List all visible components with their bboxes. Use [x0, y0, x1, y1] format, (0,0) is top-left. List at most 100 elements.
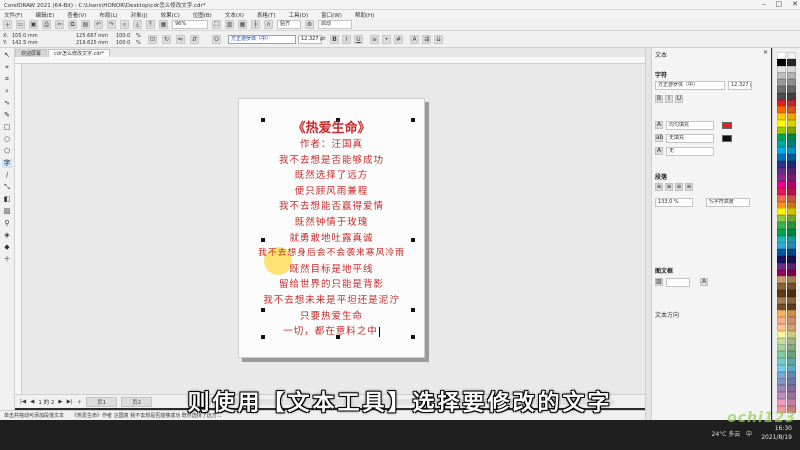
fullscreen-icon[interactable]: ⛶ [212, 20, 221, 29]
snap-to-dropdown[interactable]: 贴齐 [277, 20, 301, 29]
parallel-dimension-icon[interactable]: ∕ [2, 171, 12, 180]
frame-columns-icon[interactable]: A [700, 278, 708, 286]
transparency-icon[interactable]: ▨ [2, 207, 12, 216]
maximize-icon[interactable]: □ [776, 0, 783, 8]
shape-tool-icon[interactable]: ⌖ [2, 63, 12, 72]
open-icon[interactable]: ▭ [16, 20, 25, 29]
minimize-icon[interactable]: – [762, 0, 766, 8]
y-position-field[interactable]: 142.5 mm [12, 40, 38, 46]
align-center-icon[interactable]: ≡ [665, 183, 673, 191]
close-icon[interactable]: ✕ [792, 0, 798, 8]
underline-icon[interactable]: U [675, 95, 683, 103]
search-icon[interactable]: ⌕ [120, 20, 129, 29]
rectangle-tool-icon[interactable]: □ [2, 123, 12, 132]
align-right-icon[interactable]: ≡ [675, 183, 683, 191]
ime-indicator[interactable]: 中 [746, 431, 752, 438]
font-family-select[interactable]: 方正游罗体（中） [228, 35, 296, 44]
publish-pdf-icon[interactable]: ▦ [159, 20, 168, 29]
outline-select[interactable]: 无 [666, 147, 714, 156]
align-icon[interactable]: ≡ [370, 35, 379, 44]
artistic-media-icon[interactable]: ✎ [2, 111, 12, 120]
justify-icon[interactable]: ≡ [685, 183, 693, 191]
save-icon[interactable]: ▣ [29, 20, 38, 29]
options-gear-icon[interactable]: ⚙ [305, 20, 314, 29]
freehand-tool-icon[interactable]: ∿ [2, 99, 12, 108]
page-tab-1[interactable]: 页1 [86, 396, 118, 407]
grid-icon[interactable]: ▦ [238, 20, 247, 29]
frame-fill-icon[interactable]: ▨ [655, 278, 663, 286]
pick-tool-icon[interactable]: ↖ [2, 51, 12, 60]
import-icon[interactable]: ⤓ [133, 20, 142, 29]
horizontal-text-icon[interactable]: ⇶ [422, 35, 431, 44]
bullet-list-icon[interactable]: • [382, 35, 391, 44]
menu-layout[interactable]: 布局(L) [99, 11, 117, 19]
mirror-h-icon[interactable]: ⇋ [176, 35, 185, 44]
weather-label[interactable]: 24°C 多云 [712, 431, 741, 438]
add-page-icon[interactable]: ＋ [77, 398, 83, 406]
eyedropper-icon[interactable]: ⚲ [2, 219, 12, 228]
scale-y-field[interactable]: 100.0 [116, 40, 130, 46]
tab-welcome[interactable]: 欢迎屏幕 [15, 49, 48, 57]
menu-bitmap[interactable]: 位图(B) [193, 11, 212, 19]
fill-type-select[interactable]: 均匀填充 [666, 121, 714, 130]
new-document-icon[interactable]: ＋ [3, 20, 12, 29]
menu-file[interactable]: 文件(F) [4, 11, 22, 19]
drawing-canvas[interactable]: 《热爱生命》 作者：汪国真 我不去想是否能够成功 既然选择了远方 便只顾风雨兼程… [22, 64, 645, 394]
horizontal-scrollbar[interactable] [195, 399, 615, 405]
menu-edit[interactable]: 编辑(E) [35, 11, 54, 19]
vertical-text-icon[interactable]: ⇊ [434, 35, 443, 44]
last-page-icon[interactable]: ▶| [67, 399, 73, 405]
connector-tool-icon[interactable]: ⤡ [2, 183, 12, 192]
mirror-v-icon[interactable]: ⇵ [190, 35, 199, 44]
font-size-select[interactable]: 12.327 pt [298, 35, 325, 44]
menu-object[interactable]: 对象(J) [131, 11, 148, 19]
height-field[interactable]: 219.625 mm [76, 40, 108, 46]
menu-tools[interactable]: 工具(O) [289, 11, 309, 19]
docker-size-select[interactable]: 12.327 pt [728, 81, 752, 90]
polygon-tool-icon[interactable]: ⬠ [2, 147, 12, 156]
redo-icon[interactable]: ↷ [107, 20, 116, 29]
poem-text-block[interactable]: 《热爱生命》 作者：汪国真 我不去想是否能够成功 既然选择了远方 便只顾风雨兼程… [238, 120, 425, 340]
scale-x-field[interactable]: 100.0 [116, 33, 130, 39]
underline-icon[interactable]: U [354, 35, 363, 44]
spacing-unit-select[interactable]: %字符高度 [706, 198, 750, 207]
smart-fill-icon[interactable]: ◆ [2, 243, 12, 252]
guides-icon[interactable]: ┼ [251, 20, 260, 29]
width-field[interactable]: 125.667 mm [76, 33, 108, 39]
zoom-tool-icon[interactable]: ⌕ [2, 87, 12, 96]
text-properties-icon[interactable]: A [410, 35, 419, 44]
lock-ratio-icon[interactable]: ⊡ [148, 35, 157, 44]
launch-dropdown[interactable]: 启动 [318, 20, 352, 29]
crop-tool-icon[interactable]: ⌗ [2, 75, 12, 84]
menu-help[interactable]: 帮助(H) [355, 11, 374, 19]
zoom-select[interactable]: 96% [172, 20, 208, 29]
background-fill-select[interactable]: 无填充 [666, 134, 714, 143]
export-icon[interactable]: ⤒ [146, 20, 155, 29]
text-tool-icon[interactable]: 字 [2, 159, 12, 168]
menu-effects[interactable]: 效果(C) [161, 11, 180, 19]
italic-icon[interactable]: I [665, 95, 673, 103]
menu-text[interactable]: 文本(X) [225, 11, 244, 19]
interactive-fill-icon[interactable]: ◈ [2, 231, 12, 240]
horizontal-ruler[interactable] [15, 57, 645, 64]
menu-table[interactable]: 表格(T) [257, 11, 276, 19]
docker-font-select[interactable]: 方正游罗体（中） [655, 81, 725, 90]
first-page-icon[interactable]: |◀ [20, 399, 26, 405]
numbered-list-icon[interactable]: # [394, 35, 403, 44]
cut-icon[interactable]: ✂ [55, 20, 64, 29]
align-left-icon[interactable]: ≡ [655, 183, 663, 191]
italic-icon[interactable]: I [342, 35, 351, 44]
bold-icon[interactable]: B [330, 35, 339, 44]
docker-close-icon[interactable]: ✕ [763, 49, 768, 56]
tray-clock[interactable]: 16:30 2021/8/19 [761, 424, 792, 442]
background-color-swatch[interactable] [722, 135, 732, 142]
rulers-icon[interactable]: ▥ [225, 20, 234, 29]
paste-icon[interactable]: ▤ [81, 20, 90, 29]
vertical-ruler[interactable] [15, 64, 22, 394]
tab-document[interactable]: cdr怎么修改文字.cdr* [48, 49, 111, 57]
ellipse-tool-icon[interactable]: ○ [2, 135, 12, 144]
bold-icon[interactable]: B [655, 95, 663, 103]
menu-view[interactable]: 查看(V) [67, 11, 86, 19]
next-page-icon[interactable]: ▶ [58, 399, 62, 405]
print-icon[interactable]: ⎙ [42, 20, 51, 29]
